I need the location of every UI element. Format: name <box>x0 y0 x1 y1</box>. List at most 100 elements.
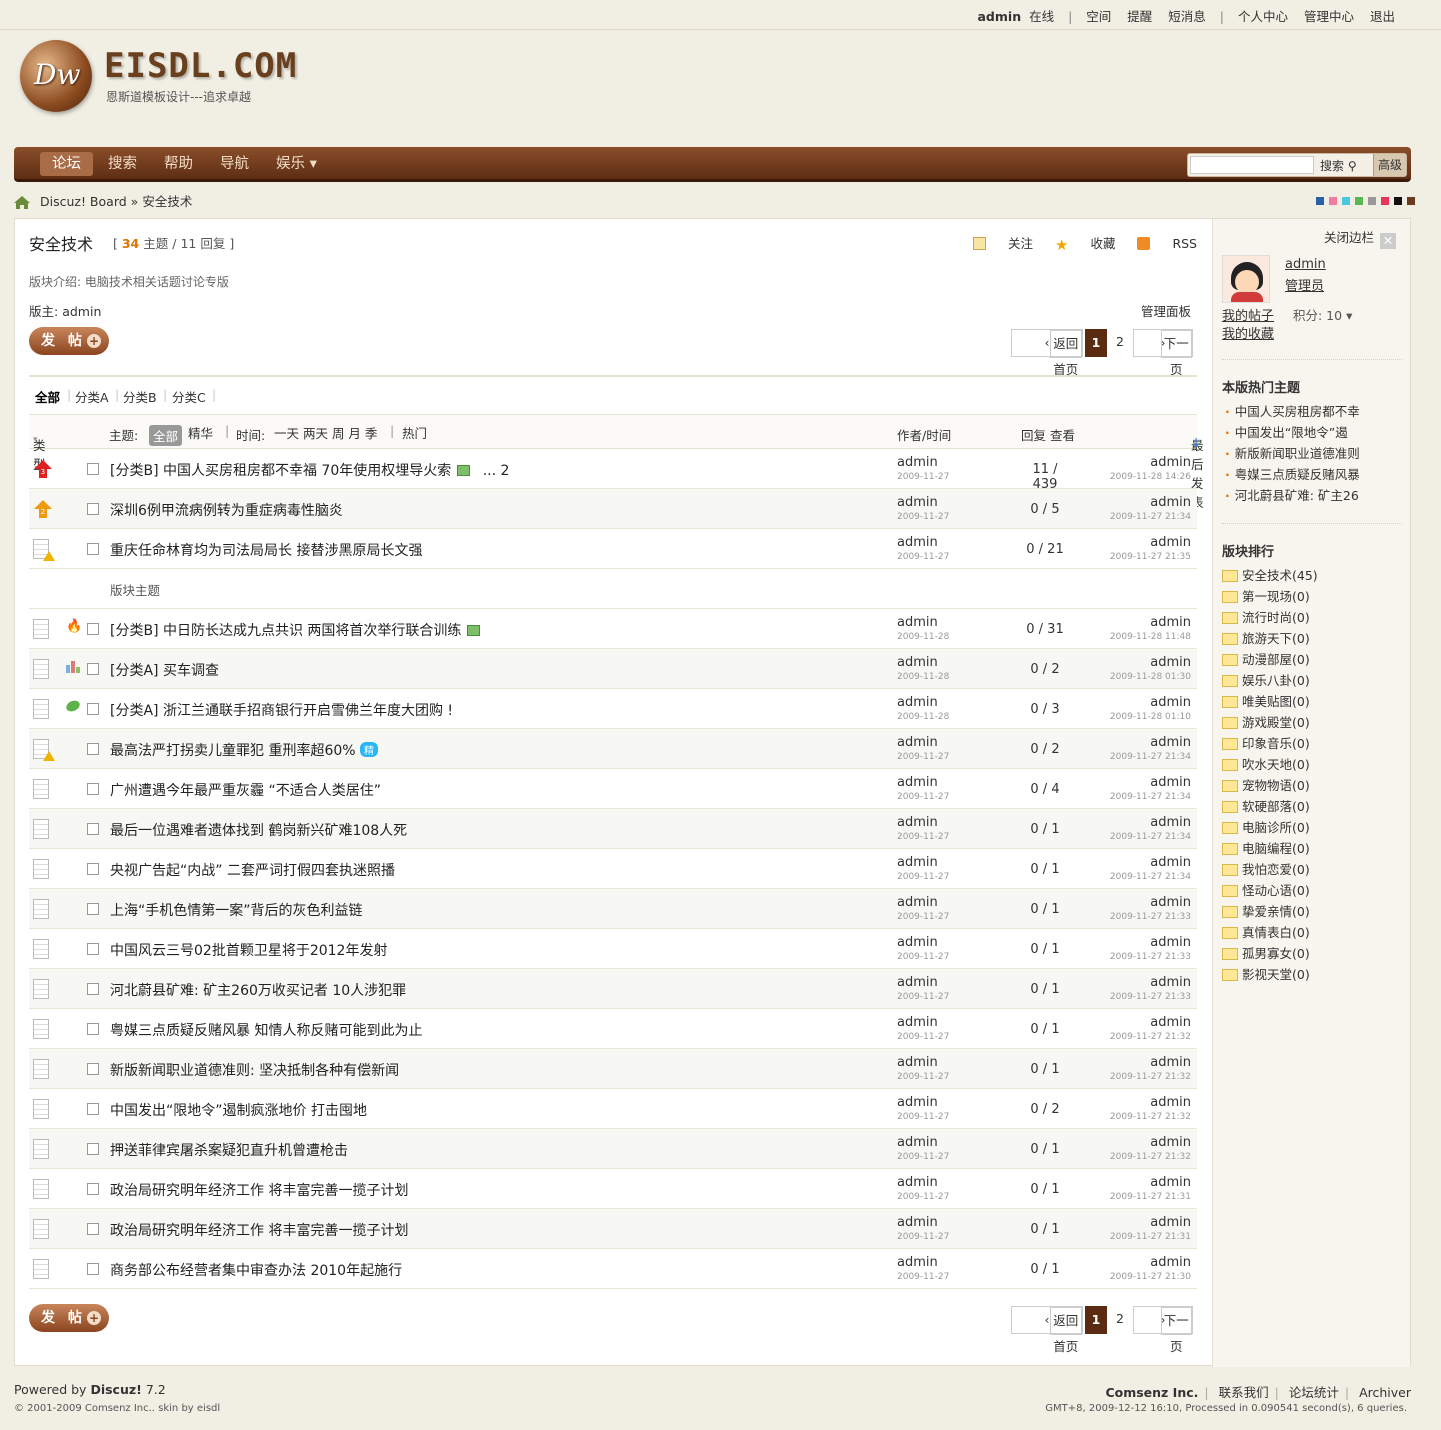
thread-author[interactable]: admin <box>897 1015 938 1030</box>
thread-author[interactable]: admin <box>897 1215 938 1230</box>
forum-rank-item[interactable]: 电脑编程(0) <box>1222 838 1310 857</box>
thread-subject[interactable]: 粤媒三点质疑反赌风暴 知情人称反赌可能到此为止 <box>110 1020 422 1040</box>
thread-author[interactable]: admin <box>897 775 938 790</box>
search-button[interactable]: 搜索 ⚲ <box>1320 157 1357 174</box>
thread-checkbox[interactable] <box>87 903 99 915</box>
nav-help[interactable]: 帮助 <box>152 152 205 176</box>
lastpost-date[interactable]: 2009-11-27 21:34 <box>1110 872 1191 882</box>
filter-all[interactable]: 全部 <box>149 425 183 446</box>
forum-rank-item[interactable]: 流行时尚(0) <box>1222 607 1310 626</box>
thread-author[interactable]: admin <box>897 695 938 710</box>
lastpost-author[interactable]: admin <box>1150 1215 1191 1230</box>
back-home-button[interactable]: ‹ 返回首页 <box>1011 329 1083 377</box>
color-swatch[interactable] <box>1407 197 1415 205</box>
forum-rank-item[interactable]: 我怕恋爱(0) <box>1222 859 1310 878</box>
lastpost-author[interactable]: admin <box>1150 615 1191 630</box>
lastpost-author[interactable]: admin <box>1150 1095 1191 1110</box>
hot-thread-item[interactable]: · 新版新闻职业道德准则 <box>1225 443 1360 462</box>
forum-rank-item[interactable]: 旅游天下(0) <box>1222 628 1310 647</box>
lastpost-author[interactable]: admin <box>1150 815 1191 830</box>
site-logo[interactable]: Dw <box>20 40 92 112</box>
thread-checkbox[interactable] <box>87 663 99 675</box>
thread-subject[interactable]: 中国风云三号02批首颗卫星将于2012年发射 <box>110 940 387 960</box>
new-post-button[interactable]: 发 帖 + <box>29 327 109 355</box>
color-swatch[interactable] <box>1368 197 1376 205</box>
lastpost-author[interactable]: admin <box>1150 775 1191 790</box>
forum-rank-item[interactable]: 游戏殿堂(0) <box>1222 712 1310 731</box>
new-post-button-bottom[interactable]: 发 帖 + <box>29 1304 109 1332</box>
my-favorites-link[interactable]: 我的收藏 <box>1222 323 1274 342</box>
filter-digest[interactable]: 精华 <box>188 423 213 442</box>
thread-author[interactable]: admin <box>897 975 938 990</box>
lastpost-date[interactable]: 2009-11-27 21:32 <box>1110 1152 1191 1162</box>
author-col[interactable]: 作者/时间 <box>897 425 951 444</box>
thread-checkbox[interactable] <box>87 983 99 995</box>
lastpost-author[interactable]: admin <box>1150 735 1191 750</box>
thread-checkbox[interactable] <box>87 783 99 795</box>
forum-rank-item[interactable]: 吹水天地(0) <box>1222 754 1310 773</box>
thread-subject[interactable]: 河北蔚县矿难: 矿主260万收买记者 10人涉犯罪 <box>110 980 406 1000</box>
rss-button[interactable]: RSS <box>1137 236 1197 251</box>
forum-rank-item[interactable]: 挚爱亲情(0) <box>1222 901 1310 920</box>
thread-subject[interactable]: [分类B] 中日防长达成九点共识 两国将首次举行联合训练 <box>110 620 481 640</box>
lastpost-date[interactable]: 2009-11-27 21:31 <box>1110 1232 1191 1242</box>
thread-checkbox[interactable] <box>87 1103 99 1115</box>
online-status[interactable]: 在线 <box>1029 9 1054 24</box>
thread-author[interactable]: admin <box>897 735 938 750</box>
notice-link[interactable]: 提醒 <box>1127 9 1152 24</box>
page-1[interactable]: 1 <box>1085 1306 1107 1334</box>
favorite-button[interactable]: ★ 收藏 <box>1055 236 1115 254</box>
lastpost-author[interactable]: admin <box>1150 1015 1191 1030</box>
thread-subject[interactable]: 重庆任命林育均为司法局局长 接替涉黑原局长文强 <box>110 540 422 560</box>
follow-button[interactable]: 关注 <box>972 236 1033 251</box>
thread-author[interactable]: admin <box>897 455 938 470</box>
hot-thread-item[interactable]: · 中国人买房租房都不幸 <box>1225 401 1360 420</box>
thread-author[interactable]: admin <box>897 1255 938 1270</box>
thread-checkbox[interactable] <box>87 1183 99 1195</box>
thread-subject[interactable]: 新版新闻职业道德准则: 坚决抵制各种有偿新闻 <box>110 1060 399 1080</box>
thread-subject[interactable]: 上海“手机色情第一案”背后的灰色利益链 <box>110 900 363 920</box>
color-swatch[interactable] <box>1355 197 1363 205</box>
thread-subject[interactable]: 政治局研究明年经济工作 将丰富完善一揽子计划 <box>110 1180 408 1200</box>
thread-author[interactable]: admin <box>897 1055 938 1070</box>
lastpost-date[interactable]: 2009-11-27 21:33 <box>1110 992 1191 1002</box>
thread-checkbox[interactable] <box>87 703 99 715</box>
lastpost-date[interactable]: 2009-11-27 21:32 <box>1110 1112 1191 1122</box>
lastpost-date[interactable]: 2009-11-27 21:34 <box>1110 792 1191 802</box>
discuz-link[interactable]: Discuz! <box>90 1382 141 1397</box>
thread-author[interactable]: admin <box>897 535 938 550</box>
thread-author[interactable]: admin <box>897 615 938 630</box>
forum-rank-item[interactable]: 软硬部落(0) <box>1222 796 1310 815</box>
sidebar-role[interactable]: 管理员 <box>1285 275 1324 294</box>
thread-checkbox[interactable] <box>87 823 99 835</box>
nav-forum[interactable]: 论坛 <box>40 152 93 176</box>
lastpost-author[interactable]: admin <box>1150 1175 1191 1190</box>
forum-rank-item[interactable]: 影视天堂(0) <box>1222 964 1310 983</box>
lastpost-date[interactable]: 2009-11-27 21:33 <box>1110 912 1191 922</box>
back-home-button[interactable]: ‹ 返回首页 <box>1011 1306 1083 1354</box>
lastpost-date[interactable]: 2009-11-27 21:34 <box>1110 512 1191 522</box>
page-1[interactable]: 1 <box>1085 329 1107 357</box>
color-swatch[interactable] <box>1316 197 1324 205</box>
hot-thread-item[interactable]: · 河北蔚县矿难: 矿主26 <box>1225 485 1359 504</box>
lastpost-date[interactable]: 2009-11-27 21:34 <box>1110 752 1191 762</box>
breadcrumb-home[interactable]: Discuz! Board <box>40 194 127 209</box>
lastpost-author[interactable]: admin <box>1150 1255 1191 1270</box>
lastpost-date[interactable]: 2009-11-27 21:34 <box>1110 832 1191 842</box>
replies-views-col[interactable]: 回复 查看 <box>1021 425 1075 444</box>
lastpost-author[interactable]: admin <box>1150 895 1191 910</box>
thread-subject[interactable]: 政治局研究明年经济工作 将丰富完善一揽子计划 <box>110 1220 408 1240</box>
thread-subject[interactable]: [分类B] 中国人买房租房都不幸福 70年使用权埋导火索 ... 2 <box>110 460 509 480</box>
thread-author[interactable]: admin <box>897 855 938 870</box>
credits-menu[interactable]: 积分: 10 ▾ <box>1293 305 1352 324</box>
thread-author[interactable]: admin <box>897 895 938 910</box>
home-icon[interactable] <box>14 196 30 209</box>
lastpost-date[interactable]: 2009-11-27 21:33 <box>1110 952 1191 962</box>
tab-type-b[interactable]: 分类B <box>123 387 157 406</box>
company-link[interactable]: Comsenz Inc. <box>1105 1385 1198 1400</box>
logout-link[interactable]: 退出 <box>1370 9 1395 24</box>
thread-author[interactable]: admin <box>897 1175 938 1190</box>
forum-rank-item[interactable]: 安全技术(45) <box>1222 565 1318 584</box>
thread-author[interactable]: admin <box>897 1135 938 1150</box>
lastpost-date[interactable]: 2009-11-28 01:10 <box>1110 712 1191 722</box>
